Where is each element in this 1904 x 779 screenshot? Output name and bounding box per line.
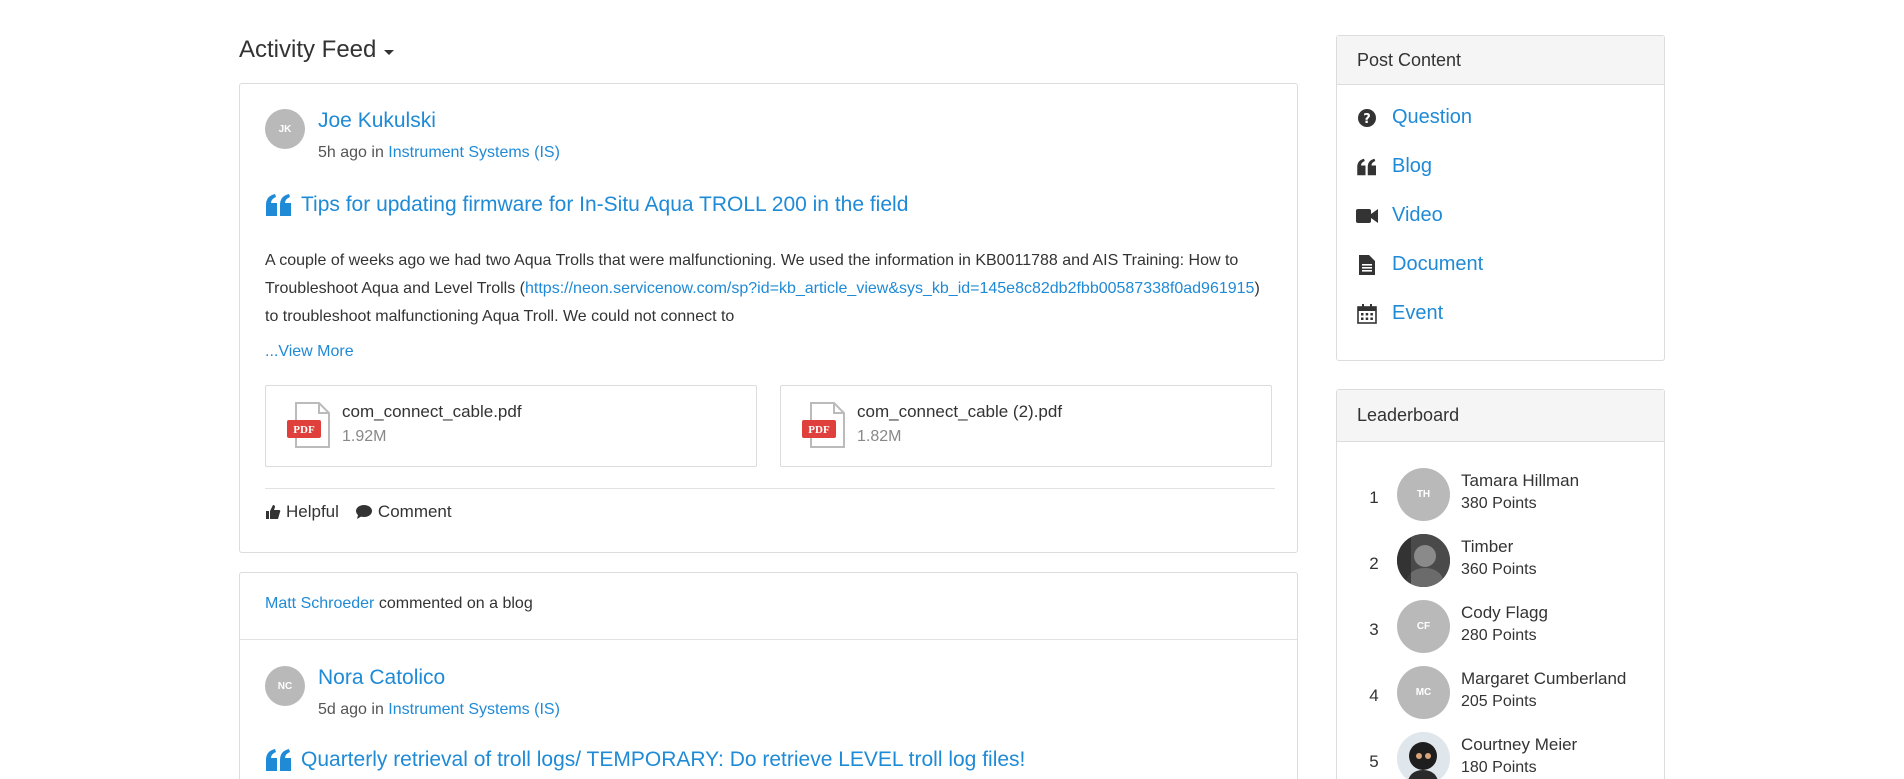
post-title-link[interactable]: Tips for updating firmware for In-Situ A… [301,193,908,217]
author-name-link[interactable]: Joe Kukulski [318,109,436,133]
attachment-card[interactable]: PDF com_connect_cable.pdf 1.92M [265,385,757,467]
leaderboard-row: 1 TH Tamara Hillman 380 Points [1337,468,1664,534]
caret-down-icon [384,49,395,55]
quote-icon [266,749,291,771]
post-content-list: ? Question Blog Video Document Event [1337,85,1664,338]
svg-text:PDF: PDF [293,424,315,436]
post-item-label: Event [1392,302,1444,324]
leaderboard-rank: 4 [1369,686,1379,705]
user-photo-icon [1397,732,1450,779]
avatar[interactable]: TH [1397,468,1450,521]
post-actions: Helpful Comment [265,502,452,522]
attachment-name: com_connect_cable.pdf [342,402,522,421]
post-item-label: Video [1392,204,1443,226]
helpful-button[interactable]: Helpful [265,502,339,522]
thumbs-up-icon [266,505,281,519]
author-name-link[interactable]: Nora Catolico [318,666,445,690]
leaderboard-name[interactable]: Margaret Cumberland [1461,669,1626,689]
divider [265,488,1275,489]
feed-post-card: JK Joe Kukulski 5h ago in Instrument Sys… [239,83,1298,553]
avatar[interactable] [1397,534,1450,587]
group-link[interactable]: Instrument Systems (IS) [388,701,560,718]
attachment-name: com_connect_cable (2).pdf [857,402,1063,421]
activity-feed-dropdown[interactable]: Activity Feed [239,36,395,64]
quote-icon [1356,156,1378,178]
leaderboard-points: 360 Points [1461,561,1537,578]
pdf-file-icon: PDF [802,402,845,448]
activity-feed-title: Activity Feed [239,36,377,63]
post-body: A couple of weeks ago we had two Aqua Tr… [265,247,1275,331]
pdf-file-icon: PDF [287,402,330,448]
avatar[interactable]: NC [265,666,305,706]
time-ago: 5d ago in [318,701,384,718]
leaderboard-row: 3 CF Cody Flagg 280 Points [1337,600,1664,666]
post-video-link[interactable]: Video [1337,191,1664,240]
question-circle-icon: ? [1356,107,1378,129]
leaderboard-rank: 3 [1369,620,1379,639]
attachment-card[interactable]: PDF com_connect_cable (2).pdf 1.82M [780,385,1272,467]
helpful-label: Helpful [286,502,339,521]
post-item-label: Blog [1392,155,1433,177]
post-blog-link[interactable]: Blog [1337,142,1664,191]
post-meta: 5d ago in Instrument Systems (IS) [318,701,560,719]
post-item-label: Document [1392,253,1484,275]
view-more-link[interactable]: ...View More [265,343,354,361]
comment-icon [355,505,372,519]
comment-label: Comment [377,502,452,521]
activity-line: Matt Schroeder commented on a blog [265,595,533,613]
svg-text:PDF: PDF [808,424,830,436]
leaderboard-points: 205 Points [1461,693,1537,710]
avatar[interactable]: MC [1397,666,1450,719]
quote-icon [266,194,291,216]
leaderboard-panel: Leaderboard 1 TH Tamara Hillman 380 Poin… [1336,389,1665,779]
leaderboard-row: 4 MC Margaret Cumberland 205 Points [1337,666,1664,732]
leaderboard-rank: 1 [1369,488,1379,507]
post-meta: 5h ago in Instrument Systems (IS) [318,144,560,162]
divider [240,639,1297,640]
feed-post-card: Matt Schroeder commented on a blog NC No… [239,572,1298,779]
post-event-link[interactable]: Event [1337,289,1664,338]
leaderboard-points: 180 Points [1461,759,1537,776]
post-body-link[interactable]: https://neon.servicenow.com/sp?id=kb_art… [525,280,1254,297]
time-ago: 5h ago in [318,144,384,161]
leaderboard-rank: 2 [1369,554,1379,573]
panel-title: Leaderboard [1337,390,1664,442]
document-icon [1356,254,1378,276]
activity-text: commented on a blog [374,595,533,612]
comment-button[interactable]: Comment [355,502,452,522]
leaderboard-name[interactable]: Timber [1461,537,1513,557]
leaderboard-name[interactable]: Tamara Hillman [1461,471,1579,491]
attachment-size: 1.92M [342,428,387,445]
post-content-panel: Post Content ? Question Blog Video Docum… [1336,35,1665,361]
leaderboard-rank: 5 [1369,752,1379,771]
post-document-link[interactable]: Document [1337,240,1664,289]
video-camera-icon [1356,205,1378,227]
user-photo-icon [1397,534,1450,587]
post-title[interactable]: Quarterly retrieval of troll logs/ TEMPO… [265,748,1025,772]
post-title-link[interactable]: Quarterly retrieval of troll logs/ TEMPO… [301,748,1025,772]
calendar-icon [1356,303,1378,325]
leaderboard-points: 380 Points [1461,495,1537,512]
leaderboard-name[interactable]: Courtney Meier [1461,735,1577,755]
avatar[interactable]: JK [265,109,305,149]
post-title[interactable]: Tips for updating firmware for In-Situ A… [265,193,908,217]
post-question-link[interactable]: ? Question [1337,93,1664,142]
leaderboard-name[interactable]: Cody Flagg [1461,603,1548,623]
attachment-size: 1.82M [857,428,902,445]
avatar[interactable] [1397,732,1450,779]
commenter-link[interactable]: Matt Schroeder [265,595,374,612]
post-item-label: Question [1392,106,1473,128]
leaderboard-points: 280 Points [1461,627,1537,644]
leaderboard-row: 5 Courtney Meier 180 Points [1337,732,1664,779]
group-link[interactable]: Instrument Systems (IS) [388,144,560,161]
panel-title: Post Content [1337,36,1664,85]
leaderboard-row: 2 Timber 360 Points [1337,534,1664,600]
svg-text:?: ? [1363,112,1371,127]
avatar[interactable]: CF [1397,600,1450,653]
